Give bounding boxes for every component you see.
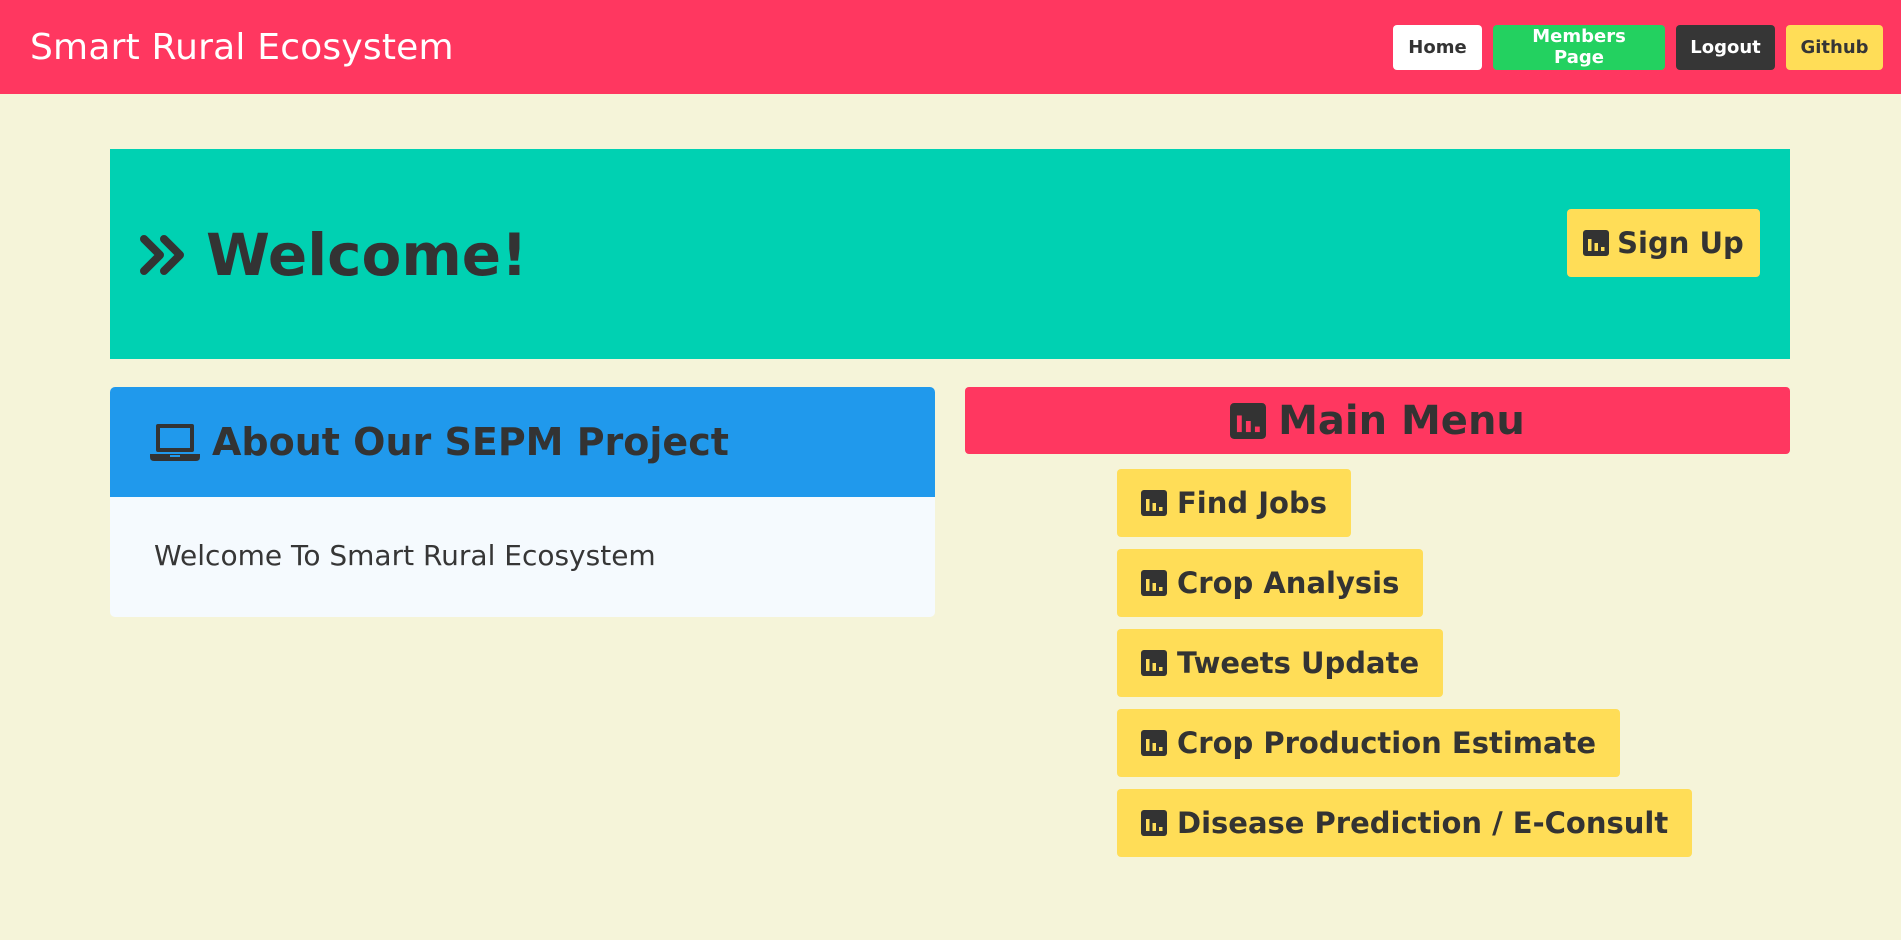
- disease-prediction-button[interactable]: Disease Prediction / E-Consult: [1117, 789, 1693, 857]
- about-card-body: Welcome To Smart Rural Ecosystem: [154, 539, 656, 572]
- chart-bar-icon: [1141, 730, 1167, 756]
- chart-bar-icon: [1141, 650, 1167, 676]
- about-card: About Our SEPM Project Welcome To Smart …: [110, 387, 935, 617]
- about-card-title: About Our SEPM Project: [212, 420, 729, 464]
- sign-up-label: Sign Up: [1617, 226, 1744, 260]
- menu-item-label: Find Jobs: [1177, 486, 1327, 520]
- about-card-header: About Our SEPM Project: [110, 387, 935, 497]
- welcome-hero: Welcome! Sign Up: [110, 149, 1790, 359]
- main-menu-title: Main Menu: [1278, 397, 1525, 444]
- main-menu-list: Find Jobs Crop Analysis Tweets Update Cr…: [1117, 469, 1693, 869]
- tweets-update-button[interactable]: Tweets Update: [1117, 629, 1444, 697]
- find-jobs-button[interactable]: Find Jobs: [1117, 469, 1351, 537]
- menu-item-label: Crop Analysis: [1177, 566, 1400, 600]
- top-navbar: Smart Rural Ecosystem Home Members Page …: [0, 0, 1901, 94]
- crop-production-estimate-button[interactable]: Crop Production Estimate: [1117, 709, 1621, 777]
- hero-title-text: Welcome!: [206, 221, 528, 289]
- sign-up-button[interactable]: Sign Up: [1567, 209, 1760, 277]
- chart-bar-icon: [1141, 810, 1167, 836]
- menu-item-label: Disease Prediction / E-Consult: [1177, 806, 1669, 840]
- laptop-icon: [150, 424, 200, 461]
- angle-double-right-icon: [140, 235, 184, 275]
- nav-buttons: Home Members Page Logout Github: [1393, 24, 1883, 70]
- menu-item-label: Crop Production Estimate: [1177, 726, 1597, 760]
- chart-bar-icon: [1141, 490, 1167, 516]
- chart-bar-icon: [1141, 570, 1167, 596]
- github-button[interactable]: Github: [1786, 24, 1883, 70]
- menu-item-label: Tweets Update: [1177, 646, 1420, 680]
- chart-bar-icon: [1230, 402, 1267, 439]
- hero-heading: Welcome!: [140, 221, 528, 289]
- chart-bar-icon: [1583, 230, 1610, 256]
- logout-button[interactable]: Logout: [1676, 24, 1775, 70]
- main-menu-header: Main Menu: [965, 387, 1790, 454]
- members-page-button[interactable]: Members Page: [1493, 24, 1665, 70]
- crop-analysis-button[interactable]: Crop Analysis: [1117, 549, 1424, 617]
- brand-title[interactable]: Smart Rural Ecosystem: [30, 27, 454, 68]
- home-button[interactable]: Home: [1393, 24, 1482, 70]
